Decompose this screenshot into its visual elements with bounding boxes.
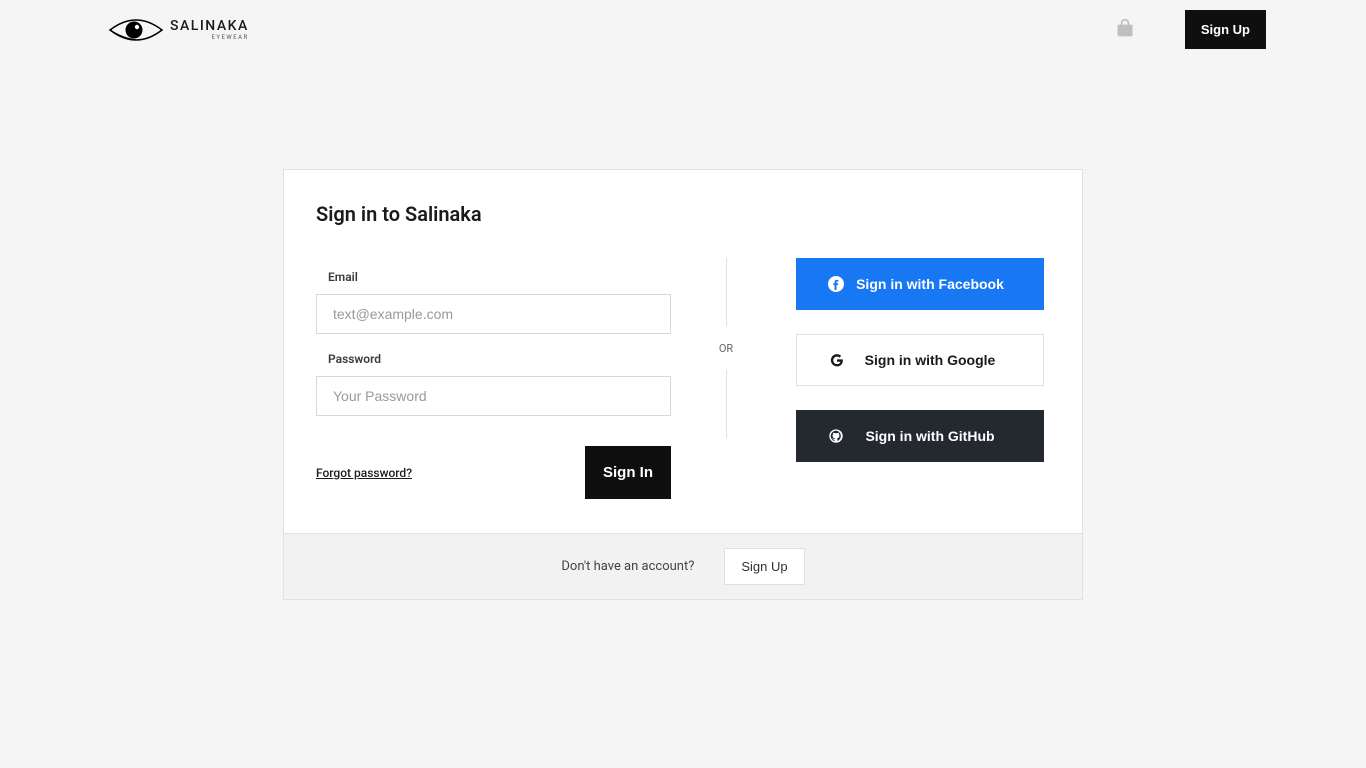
shopping-bag-icon[interactable] — [1115, 18, 1135, 42]
signin-facebook-button[interactable]: Sign in with Facebook — [796, 258, 1044, 310]
password-field[interactable] — [316, 376, 671, 416]
card-footer: Don't have an account? Sign Up — [284, 533, 1082, 599]
github-icon — [826, 426, 846, 446]
email-label: Email — [328, 270, 676, 284]
brand-name: SALINAKA — [170, 19, 249, 33]
or-label: OR — [719, 336, 733, 361]
signup-button-header[interactable]: Sign Up — [1185, 10, 1266, 49]
signin-title: Sign in to Salinaka — [316, 202, 1050, 226]
top-header: SALINAKA EYEWEAR Sign Up — [0, 0, 1366, 59]
signin-github-button[interactable]: Sign in with GitHub — [796, 410, 1044, 462]
google-icon — [827, 350, 847, 370]
email-field[interactable] — [316, 294, 671, 334]
forgot-password-link[interactable]: Forgot password? — [316, 466, 412, 480]
password-label: Password — [328, 352, 676, 366]
signin-card: Sign in to Salinaka Email Password Forgo… — [283, 169, 1083, 600]
facebook-icon — [826, 274, 846, 294]
signin-google-button[interactable]: Sign in with Google — [796, 334, 1044, 386]
brand-tagline: EYEWEAR — [211, 35, 248, 41]
signup-button-footer[interactable]: Sign Up — [724, 548, 804, 585]
signup-prompt: Don't have an account? — [561, 559, 694, 574]
divider: OR — [686, 258, 766, 438]
signin-button[interactable]: Sign In — [585, 446, 671, 499]
brand-logo[interactable]: SALINAKA EYEWEAR — [108, 14, 249, 46]
eye-icon — [108, 14, 164, 46]
social-signin: Sign in with Facebook Sign in with Googl… — [766, 258, 1050, 499]
signin-form: Email Password Forgot password? Sign In — [316, 258, 686, 499]
